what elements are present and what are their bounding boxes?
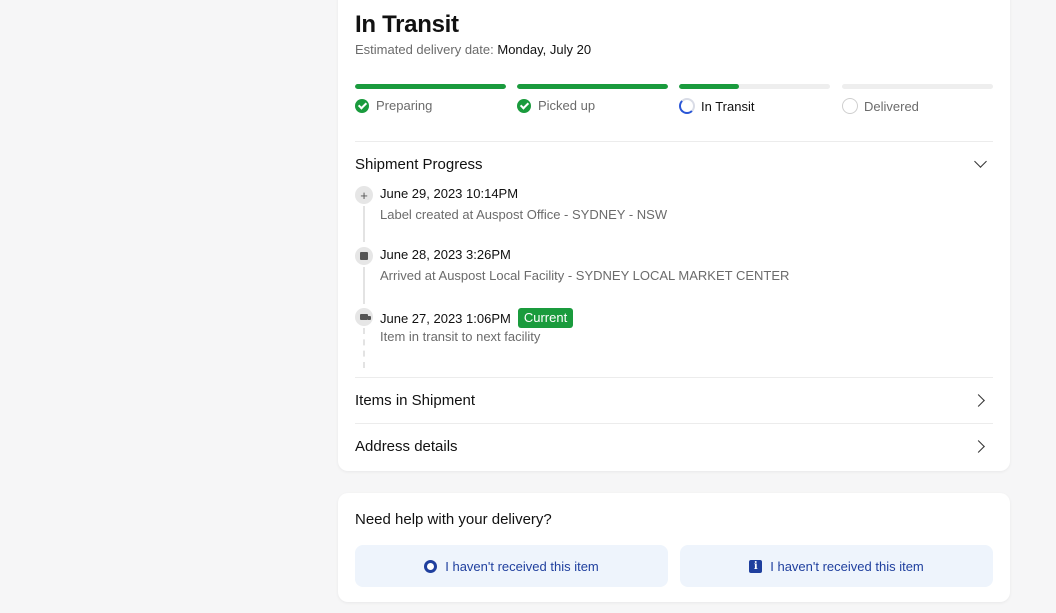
timeline-connector bbox=[363, 267, 365, 304]
truck-icon bbox=[355, 308, 373, 326]
step-progress-bar bbox=[842, 84, 993, 89]
step-progress-bar bbox=[679, 84, 830, 89]
estimated-delivery-date: Monday, July 20 bbox=[497, 42, 592, 57]
timeline-connector bbox=[363, 328, 365, 368]
step-label: In Transit bbox=[701, 98, 755, 114]
current-badge: Current bbox=[517, 308, 574, 328]
shipment-progress-toggle[interactable]: Shipment Progress bbox=[355, 152, 993, 176]
event-time: June 29, 2023 10:14PM bbox=[380, 186, 519, 201]
shipment-progress-title: Shipment Progress bbox=[355, 155, 483, 173]
shipment-card: In Transit Estimated delivery date: Mond… bbox=[338, 0, 1010, 471]
timeline-connector bbox=[363, 206, 365, 242]
event-description: Item in transit to next facility bbox=[380, 329, 541, 344]
loading-spinner-icon bbox=[679, 98, 695, 114]
not-received-button[interactable]: I haven't received this item bbox=[355, 545, 668, 587]
button-label: I haven't received this item bbox=[445, 558, 599, 574]
check-circle-icon bbox=[517, 98, 531, 113]
divider bbox=[355, 377, 993, 378]
divider bbox=[355, 141, 993, 142]
items-in-shipment-row[interactable]: Items in Shipment bbox=[355, 388, 993, 412]
event-description: Label created at Auspost Office - SYDNEY… bbox=[380, 207, 668, 222]
step-label: Picked up bbox=[538, 98, 596, 113]
plus-icon: + bbox=[355, 186, 373, 204]
items-in-shipment-title: Items in Shipment bbox=[355, 391, 476, 409]
address-details-title: Address details bbox=[355, 437, 458, 455]
help-card: Need help with your delivery? I haven't … bbox=[338, 493, 1010, 602]
not-received-info-button[interactable]: i I haven't received this item bbox=[680, 545, 993, 587]
chevron-right-icon bbox=[972, 393, 985, 407]
check-circle-icon bbox=[355, 98, 369, 113]
chevron-down-icon bbox=[974, 154, 987, 168]
address-details-row[interactable]: Address details bbox=[355, 434, 993, 458]
estimated-delivery-label: Estimated delivery date: bbox=[355, 42, 494, 57]
box-icon bbox=[355, 247, 373, 265]
button-label: I haven't received this item bbox=[770, 558, 924, 574]
info-icon: i bbox=[749, 559, 763, 573]
step-progress-bar bbox=[355, 84, 506, 89]
empty-circle-icon bbox=[842, 98, 858, 114]
event-description: Arrived at Auspost Local Facility - SYDN… bbox=[380, 268, 790, 283]
lifebuoy-icon bbox=[424, 559, 438, 573]
step-label: Preparing bbox=[376, 98, 433, 113]
page-title: In Transit bbox=[355, 11, 459, 38]
step-label: Delivered bbox=[864, 98, 919, 114]
divider bbox=[355, 423, 993, 424]
chevron-right-icon bbox=[972, 439, 985, 453]
help-title: Need help with your delivery? bbox=[355, 511, 552, 528]
event-time: June 28, 2023 3:26PM bbox=[380, 247, 511, 262]
step-progress-bar bbox=[517, 84, 668, 89]
event-time: June 27, 2023 1:06PM bbox=[380, 310, 511, 326]
estimated-delivery: Estimated delivery date: Monday, July 20 bbox=[355, 42, 591, 57]
